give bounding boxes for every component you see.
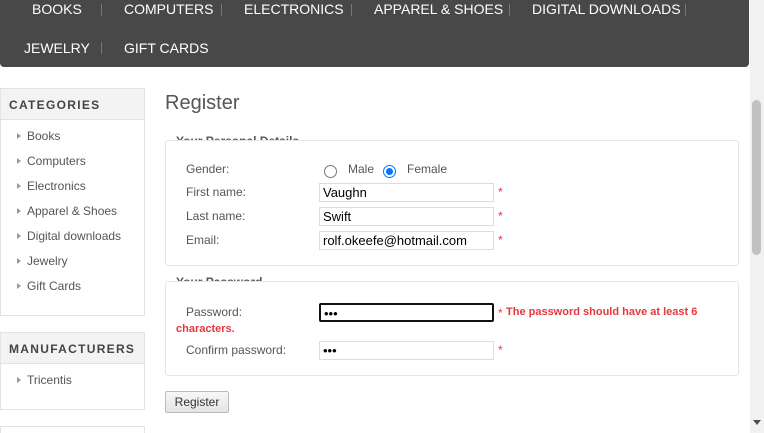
- category-item-apparel-shoes[interactable]: Apparel & Shoes: [1, 204, 144, 229]
- nav-separator: [351, 4, 352, 16]
- categories-block: CATEGORIES Books Computers Electronics A…: [0, 88, 145, 316]
- nav-computers[interactable]: COMPUTERS: [124, 1, 213, 17]
- confirm-password-label: Confirm password:: [186, 343, 287, 357]
- last-name-input[interactable]: Swift: [319, 207, 494, 226]
- required-mark: *: [498, 343, 503, 357]
- arrow-right-icon: [17, 208, 21, 214]
- password-error-line1: The password should have at least 6: [506, 306, 698, 318]
- scroll-down-icon[interactable]: [753, 420, 761, 425]
- gender-male-radio[interactable]: [324, 165, 337, 178]
- arrow-right-icon: [17, 158, 21, 164]
- nav-separator: [509, 4, 510, 16]
- manufacturer-item-tricentis[interactable]: Tricentis: [1, 373, 144, 398]
- nav-jewelry[interactable]: JEWELRY: [24, 40, 90, 56]
- category-item-computers[interactable]: Computers: [1, 154, 144, 179]
- sidebar-next-block: [0, 426, 145, 433]
- first-name-label: First name:: [186, 185, 247, 199]
- nav-electronics[interactable]: ELECTRONICS: [244, 1, 344, 17]
- categories-title: CATEGORIES: [1, 89, 144, 120]
- nav-apparel-shoes[interactable]: APPAREL & SHOES: [374, 1, 503, 17]
- nav-separator: [685, 4, 686, 16]
- password-label: Password:: [186, 305, 243, 319]
- required-mark: *: [498, 233, 503, 247]
- scrollbar-thumb[interactable]: [752, 100, 761, 255]
- category-item-books[interactable]: Books: [1, 129, 144, 154]
- arrow-right-icon: [17, 233, 21, 239]
- manufacturers-list: Tricentis: [1, 364, 144, 398]
- category-item-jewelry[interactable]: Jewelry: [1, 254, 144, 279]
- category-item-gift-cards[interactable]: Gift Cards: [1, 279, 144, 304]
- register-button[interactable]: Register: [165, 391, 229, 413]
- required-mark: *: [498, 209, 503, 223]
- arrow-right-icon: [17, 183, 21, 189]
- arrow-right-icon: [17, 377, 21, 383]
- confirm-password-input[interactable]: •••: [319, 341, 494, 360]
- nav-separator: [221, 4, 222, 16]
- arrow-right-icon: [17, 283, 21, 289]
- nav-separator: [101, 4, 102, 16]
- category-item-digital-downloads[interactable]: Digital downloads: [1, 229, 144, 254]
- password-error-line2: characters.: [176, 323, 235, 335]
- nav-digital-downloads[interactable]: DIGITAL DOWNLOADS: [532, 1, 681, 17]
- email-label: Email:: [186, 233, 220, 247]
- gender-male-label[interactable]: Male: [348, 162, 374, 176]
- nav-separator: [101, 42, 102, 54]
- nav-books[interactable]: BOOKS: [32, 1, 82, 17]
- first-name-input[interactable]: Vaughn: [319, 183, 494, 202]
- arrow-right-icon: [17, 258, 21, 264]
- password-input[interactable]: •••: [319, 303, 494, 322]
- required-mark: *: [498, 306, 503, 320]
- page-title: Register: [165, 92, 240, 114]
- gender-female-radio[interactable]: [383, 165, 396, 178]
- manufacturers-block: MANUFACTURERS Tricentis: [0, 332, 145, 410]
- category-item-electronics[interactable]: Electronics: [1, 179, 144, 204]
- nav-gift-cards[interactable]: GIFT CARDS: [124, 40, 209, 56]
- gender-female-label[interactable]: Female: [407, 162, 447, 176]
- last-name-label: Last name:: [186, 209, 246, 223]
- gender-label: Gender:: [186, 162, 230, 176]
- arrow-right-icon: [17, 133, 21, 139]
- manufacturers-title: MANUFACTURERS: [1, 333, 144, 364]
- required-mark: *: [498, 185, 503, 199]
- password-fieldset: [165, 281, 739, 376]
- categories-list: Books Computers Electronics Apparel & Sh…: [1, 120, 144, 304]
- email-input[interactable]: rolf.okeefe@hotmail.com: [319, 231, 494, 250]
- top-menu: BOOKS COMPUTERS ELECTRONICS APPAREL & SH…: [0, 0, 749, 67]
- register-page: BOOKS COMPUTERS ELECTRONICS APPAREL & SH…: [0, 0, 764, 433]
